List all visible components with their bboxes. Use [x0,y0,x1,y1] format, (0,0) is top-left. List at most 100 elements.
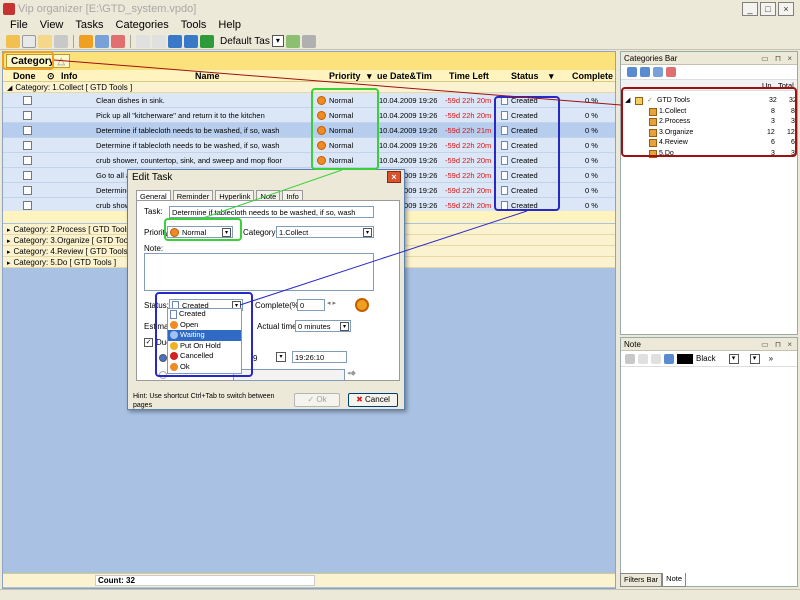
apply-view-icon[interactable] [285,34,300,48]
done-checkbox[interactable] [23,186,32,195]
open-icon[interactable] [38,34,52,48]
col-due[interactable]: ue Date&Tim [377,71,432,81]
menu-help[interactable]: Help [218,19,241,33]
actual-time-select[interactable]: 0 minutes ▾ [295,320,351,332]
table-row-selected[interactable]: Determine if tablecloth needs to be wash… [3,123,615,138]
collapse-icon[interactable]: ◢ [625,96,630,107]
col-total[interactable]: Total [778,81,794,90]
delete-category-icon[interactable] [666,67,676,77]
status-option-put-on-hold[interactable]: Put On Hold [168,341,241,352]
note-editor[interactable] [621,370,797,566]
menu-tasks[interactable]: Tasks [75,19,103,33]
menu-categories[interactable]: Categories [116,19,169,33]
duration-input[interactable] [233,369,345,381]
status-option-ok[interactable]: Ok [168,362,241,373]
category-item-collect[interactable]: 1.Collect 8 8 [621,107,797,118]
view-dropdown-icon[interactable]: ▾ [271,35,284,47]
category-item-review[interactable]: 4.Review 6 6 [621,138,797,149]
copy-icon[interactable] [638,353,648,364]
done-checkbox[interactable] [23,171,32,180]
done-checkbox[interactable] [23,111,32,120]
delete-view-icon[interactable] [301,34,316,48]
expand-icon[interactable]: ▸ [7,249,11,256]
chevron-down-icon[interactable]: ▾ [363,228,372,237]
task-priority[interactable]: Normal [317,141,353,150]
duration-stepper-icon[interactable]: ◂◆ [347,369,356,377]
complete-done-icon[interactable] [355,298,369,312]
color-dropdown-icon[interactable]: ▾ [728,353,739,364]
add-subcategory-icon[interactable] [640,67,650,77]
done-checkbox[interactable] [23,141,32,150]
complete-input[interactable]: 0 [297,299,325,311]
note-textarea[interactable] [144,253,374,291]
task-status[interactable]: Created [501,126,538,135]
more-icon[interactable]: » [769,354,773,363]
task-status[interactable]: Created [501,141,538,150]
duration-radio[interactable] [159,371,167,379]
task-priority[interactable]: Normal [317,126,353,135]
done-checkbox[interactable] [23,201,32,210]
bold-icon[interactable] [664,353,674,364]
pane-controls-icon[interactable]: ▭ ⊓ × [761,340,794,349]
collapse-icon[interactable]: ◢ [7,85,12,92]
table-row[interactable]: Clean dishes in sink. Normal 10.04.2009 … [3,93,615,108]
task-status[interactable]: Created [501,96,538,105]
close-button[interactable]: × [778,2,794,16]
status-option-waiting[interactable]: Waiting [168,330,241,341]
task-status[interactable]: Created [501,156,538,165]
category-item-organize[interactable]: 3.Organize 12 12 [621,128,797,139]
chevron-down-icon[interactable]: ▾ [340,322,349,331]
table-row[interactable]: Pick up all "kitcherware" and return it … [3,108,615,123]
delete-icon[interactable] [111,34,125,48]
task-priority[interactable]: Normal [317,96,353,105]
done-checkbox[interactable] [23,96,32,105]
menu-file[interactable]: File [10,19,28,33]
group-row[interactable]: ◢ Category: 1.Collect [ GTD Tools ] [3,82,615,93]
add-category-icon[interactable] [79,34,93,48]
col-info-icon[interactable]: ⊙ [47,71,55,82]
new-task-icon[interactable] [6,34,20,48]
color-swatch[interactable] [677,353,693,364]
col-filter-icon[interactable]: ▾ [367,71,372,82]
menu-tools[interactable]: Tools [181,19,207,33]
group-by-category-chip[interactable]: Category △ [6,54,71,68]
done-checkbox[interactable] [23,156,32,165]
view-icon[interactable] [200,34,214,48]
task-status[interactable]: Created [501,186,538,195]
cut-icon[interactable] [136,34,150,48]
dialog-close-icon[interactable]: × [387,171,401,183]
category-select[interactable]: 1.Collect ▾ [276,226,374,238]
expand-icon[interactable]: ▸ [7,227,11,234]
add-category-icon[interactable] [627,67,637,77]
task-status[interactable]: Created [501,201,538,210]
col-priority[interactable]: Priority [329,71,361,81]
tab-filters-bar[interactable]: Filters Bar [620,573,663,587]
table-row[interactable]: Determine if tablecloth needs to be wash… [3,138,615,153]
new-doc-icon[interactable] [22,34,36,48]
font-size-dropdown-icon[interactable]: ▾ [749,353,760,364]
table-row[interactable]: crub shower, countertop, sink, and sweep… [3,153,615,168]
status-option-created[interactable]: Created [168,309,241,320]
copy-icon[interactable] [152,34,166,48]
view-selector[interactable]: Default Tas [220,36,270,47]
filter-icon[interactable] [168,34,182,48]
col-done[interactable]: Done [13,71,36,81]
chevron-down-icon[interactable]: ▾ [222,228,231,237]
expand-icon[interactable]: ▸ [7,260,11,267]
col-name[interactable]: Name [195,71,220,81]
minimize-button[interactable]: _ [742,2,758,16]
edit-icon[interactable] [95,34,109,48]
col-status[interactable]: Status [511,71,539,81]
complete-stepper-icon[interactable]: ◂ ▸ [327,299,336,307]
priority-select[interactable]: Normal ▾ [167,226,233,238]
sort-icon[interactable] [184,34,198,48]
category-item-process[interactable]: 2.Process 3 3 [621,117,797,128]
task-status[interactable]: Created [501,171,538,180]
expand-icon[interactable]: ▸ [7,238,11,245]
col-filter-icon[interactable]: ▾ [549,71,554,82]
cancel-button[interactable]: ✖ Cancel [348,393,398,407]
col-time-left[interactable]: Time Left [449,71,489,81]
date-picker-icon[interactable]: ▾ [276,352,286,362]
due-radio[interactable] [159,354,167,362]
task-priority[interactable]: Normal [317,156,353,165]
